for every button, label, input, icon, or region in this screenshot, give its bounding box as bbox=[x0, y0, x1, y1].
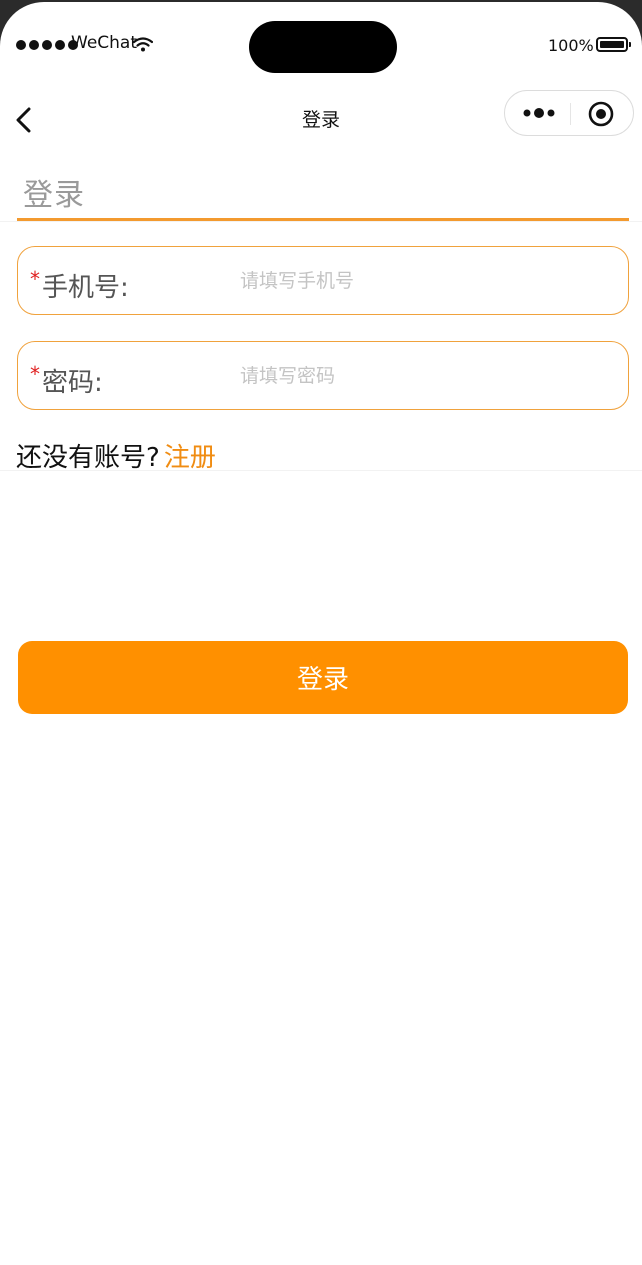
register-prompt: 还没有账号? bbox=[16, 443, 160, 473]
password-field: * 密码: bbox=[17, 341, 629, 410]
navigation-bar: 登录 bbox=[0, 82, 642, 154]
phone-screen: WeChat 100% 登录 登录 * 手机号: 请填写手机号 * 密码: 还没… bbox=[0, 2, 642, 1265]
status-bar: WeChat 100% bbox=[0, 2, 642, 82]
close-target-icon[interactable] bbox=[587, 100, 615, 128]
required-mark: * bbox=[30, 362, 40, 386]
page-heading: 登录 bbox=[23, 178, 85, 213]
carrier-label: WeChat bbox=[71, 33, 137, 53]
password-input[interactable] bbox=[240, 356, 610, 396]
register-link[interactable]: 注册 bbox=[164, 443, 216, 473]
battery-percent: 100% bbox=[548, 36, 594, 55]
capsule-divider bbox=[570, 103, 571, 125]
dynamic-island bbox=[249, 21, 397, 73]
phone-input[interactable] bbox=[240, 261, 610, 301]
more-dots-icon[interactable] bbox=[521, 105, 561, 121]
login-button[interactable]: 登录 bbox=[18, 641, 628, 714]
battery-icon bbox=[596, 37, 631, 52]
divider bbox=[0, 470, 642, 471]
mini-program-capsule bbox=[504, 90, 634, 136]
phone-label: 手机号: bbox=[42, 273, 129, 303]
signal-dots-icon bbox=[16, 40, 78, 50]
divider bbox=[0, 221, 642, 222]
password-label: 密码: bbox=[42, 368, 103, 398]
required-mark: * bbox=[30, 267, 40, 291]
phone-field: * 手机号: bbox=[17, 246, 629, 315]
wifi-icon bbox=[133, 37, 153, 52]
register-row: 还没有账号? 注册 bbox=[16, 437, 216, 474]
